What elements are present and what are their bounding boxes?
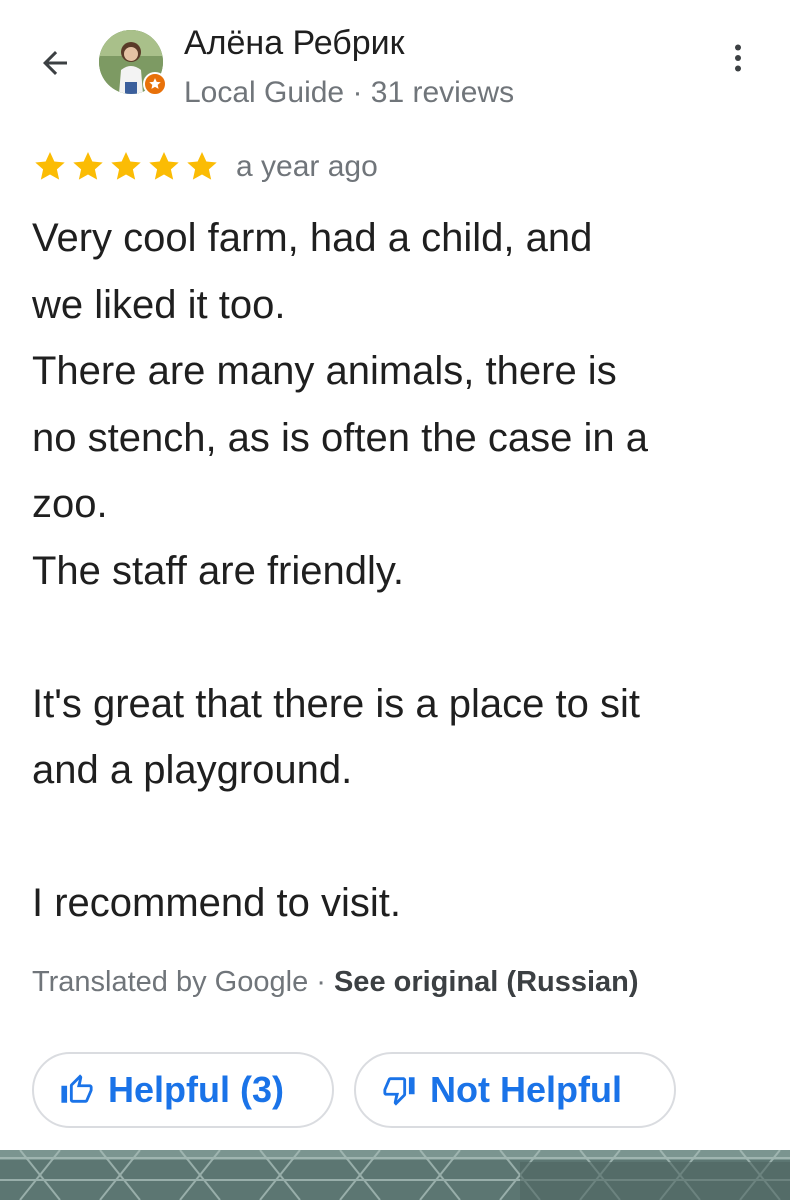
thumbs-down-icon	[383, 1077, 415, 1106]
review-actions: Helpful (3) Not Helpful	[32, 1052, 676, 1128]
review-date: a year ago	[236, 150, 378, 183]
translation-notice: Translated by Google · See original (Rus…	[32, 966, 639, 999]
review-text-line: There are many animals, there is	[32, 349, 617, 393]
more-options-button[interactable]	[716, 36, 760, 80]
review-photo-strip[interactable]	[0, 1150, 790, 1200]
star-icon	[187, 152, 217, 180]
local-guide-badge-icon	[143, 72, 167, 96]
review-text-line: no stench, as is often the case in a	[32, 415, 648, 460]
see-original-link[interactable]: See original (Russian)	[334, 966, 639, 998]
review-text-line: The staff are friendly.	[32, 548, 405, 593]
thumbs-up-icon	[61, 1074, 93, 1103]
translated-by-label: Translated by Google ·	[32, 966, 334, 998]
back-arrow-icon	[43, 51, 67, 75]
review-header: Алёна Ребрик Local Guide · 31 reviews	[0, 0, 790, 130]
star-icon	[73, 152, 103, 180]
helpful-button[interactable]: Helpful (3)	[32, 1052, 334, 1128]
review-text-line: I recommend to visit.	[32, 881, 402, 925]
review-text-line: and a playground.	[32, 748, 353, 792]
photo-thumbnail	[0, 1150, 790, 1200]
review-text-line: Very cool farm, had a child, and	[32, 216, 593, 260]
author-meta: Local Guide · 31 reviews	[184, 76, 515, 109]
review-text-line: It's great that there is a place to sit	[32, 681, 640, 726]
review-text-line: we liked it too.	[32, 282, 286, 327]
rating-row: a year ago	[32, 146, 378, 188]
more-vert-icon	[735, 44, 741, 72]
helpful-label: Helpful (3)	[108, 1069, 284, 1110]
back-button[interactable]	[30, 38, 80, 88]
author-avatar-wrap[interactable]	[99, 30, 167, 96]
not-helpful-button[interactable]: Not Helpful	[354, 1052, 676, 1128]
star-icon	[149, 152, 179, 180]
review-text: Very cool farm, had a child, and we liked…	[32, 205, 772, 937]
star-rating	[32, 149, 220, 185]
star-icon	[111, 152, 141, 180]
author-name[interactable]: Алёна Ребрик	[184, 24, 405, 63]
review-text-line: zoo.	[32, 482, 108, 526]
not-helpful-label: Not Helpful	[430, 1069, 622, 1110]
star-icon	[35, 152, 65, 180]
